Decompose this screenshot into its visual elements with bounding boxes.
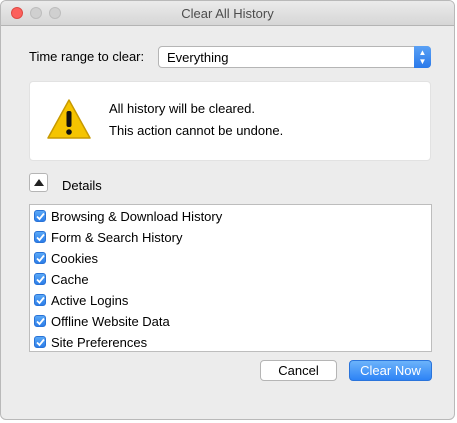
checkbox-checked[interactable]	[34, 252, 46, 264]
item-label: Browsing & Download History	[51, 209, 223, 224]
checkmark-icon	[36, 233, 45, 242]
warning-message-line1: All history will be cleared.	[109, 101, 255, 116]
warning-triangle-icon	[47, 99, 91, 139]
checkbox-checked[interactable]	[34, 210, 46, 222]
window-title: Clear All History	[181, 6, 274, 21]
checkmark-icon	[36, 275, 45, 284]
checkbox-checked[interactable]	[34, 336, 46, 348]
list-item-form-search-history[interactable]: Form & Search History	[34, 227, 424, 247]
item-label: Form & Search History	[51, 230, 183, 245]
item-label: Offline Website Data	[51, 314, 170, 329]
checkbox-checked[interactable]	[34, 294, 46, 306]
list-item-site-preferences[interactable]: Site Preferences	[34, 332, 424, 352]
checkmark-icon	[36, 338, 45, 347]
list-item-cache[interactable]: Cache	[34, 269, 424, 289]
checkbox-checked[interactable]	[34, 273, 46, 285]
item-label: Cache	[51, 272, 89, 287]
item-label: Active Logins	[51, 293, 129, 308]
history-items-list: Browsing & Download History Form & Searc…	[29, 204, 432, 352]
warning-panel: All history will be cleared. This action…	[29, 81, 431, 161]
time-range-label: Time range to clear:	[29, 49, 145, 64]
list-item-cookies[interactable]: Cookies	[34, 248, 424, 268]
item-label: Cookies	[51, 251, 98, 266]
clear-history-dialog: Clear All History Time range to clear: E…	[0, 0, 455, 420]
titlebar: Clear All History	[1, 1, 454, 26]
list-item-active-logins[interactable]: Active Logins	[34, 290, 424, 310]
warning-message-line2: This action cannot be undone.	[109, 123, 284, 138]
checkbox-checked[interactable]	[34, 231, 46, 243]
checkmark-icon	[36, 254, 45, 263]
select-arrows-icon: ▲ ▼	[414, 46, 431, 68]
checkmark-icon	[36, 296, 45, 305]
clear-now-button[interactable]: Clear Now	[349, 360, 432, 381]
disclosure-triangle-up-icon	[34, 179, 44, 186]
time-range-value: Everything	[167, 50, 229, 65]
cancel-button[interactable]: Cancel	[260, 360, 337, 381]
list-item-browsing-download-history[interactable]: Browsing & Download History	[34, 206, 424, 226]
time-range-select[interactable]: Everything ▲ ▼	[158, 46, 431, 68]
checkmark-icon	[36, 212, 45, 221]
list-item-offline-website-data[interactable]: Offline Website Data	[34, 311, 424, 331]
checkmark-icon	[36, 317, 45, 326]
item-label: Site Preferences	[51, 335, 148, 350]
details-disclosure-button[interactable]	[29, 173, 48, 192]
details-label: Details	[62, 178, 102, 193]
checkbox-checked[interactable]	[34, 315, 46, 327]
